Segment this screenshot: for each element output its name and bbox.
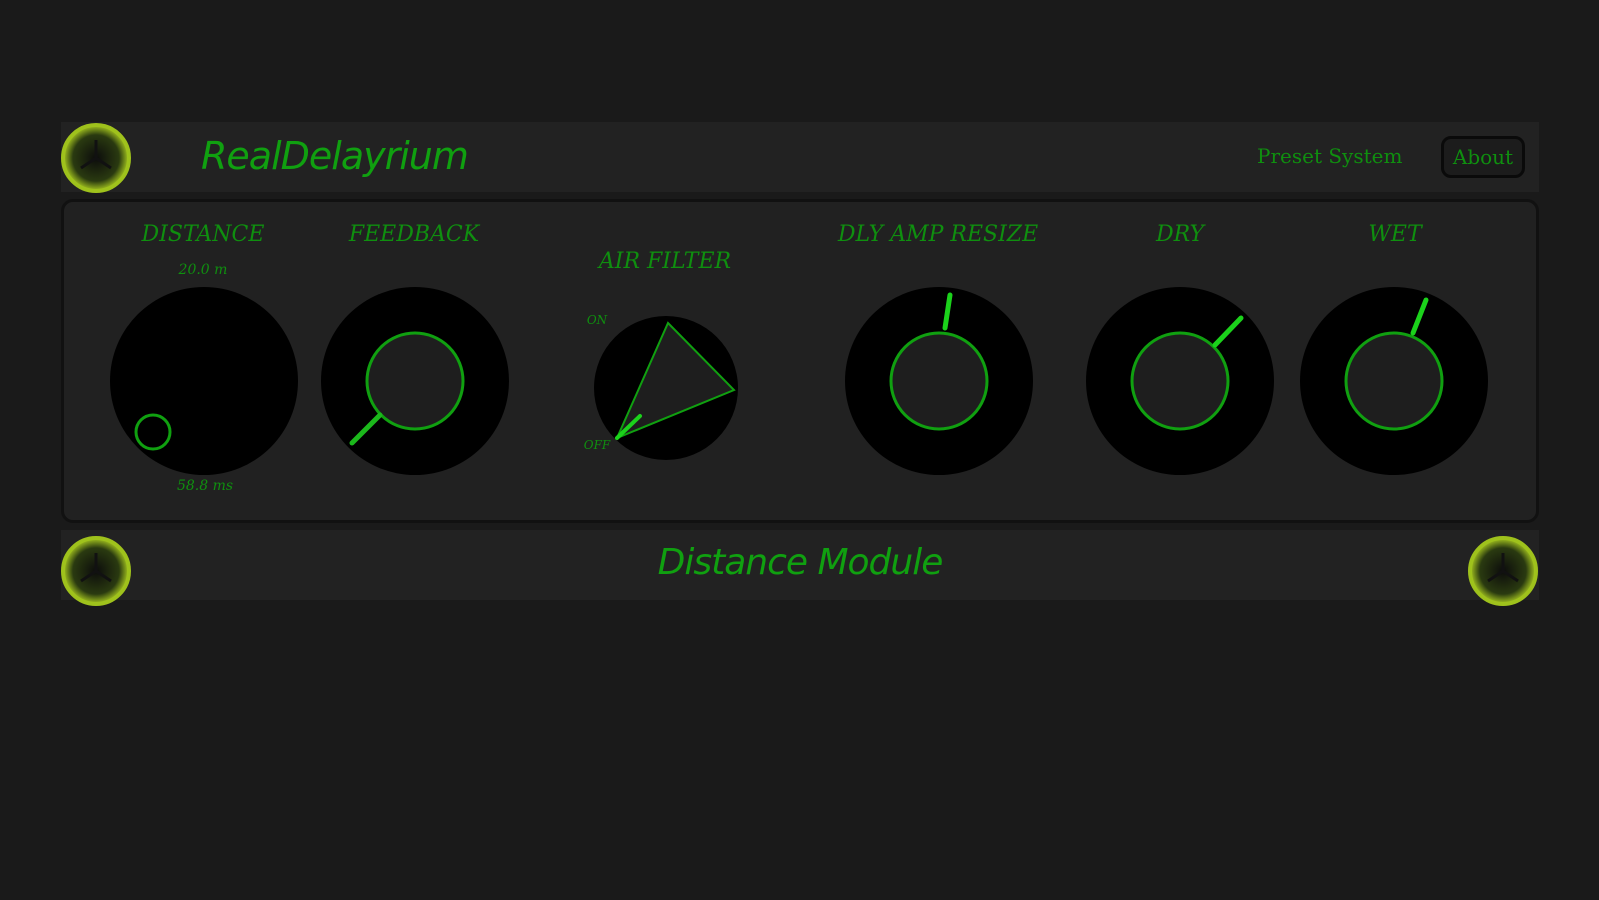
distance-value-label: 58.8 ms [176,478,234,494]
footer-bar: Distance Module [61,530,1539,600]
app-title: RealDelayrium [201,134,469,178]
wet-knob[interactable] [1300,287,1488,475]
air-filter-switch[interactable] [594,316,738,460]
dly-amp-resize-knob[interactable] [845,287,1033,475]
feedback-label: FEEDBACK [348,222,480,247]
about-button[interactable]: About [1441,136,1525,178]
dry-knob[interactable] [1086,287,1274,475]
distance-label: DISTANCE [141,222,265,247]
header-bar: RealDelayrium Preset System About [61,122,1539,192]
dry-label: DRY [1155,222,1205,247]
air-filter-off-label: OFF [583,438,611,452]
distance-knob[interactable] [110,287,298,475]
module-title: Distance Module [657,542,944,583]
air-filter-on-label: ON [586,313,608,327]
wet-label: WET [1368,222,1422,247]
distance-min-label: 20.0 m [178,262,228,278]
dly-amp-resize-label: DLY AMP RESIZE [837,222,1039,247]
feedback-knob[interactable] [321,287,509,475]
preset-system-button[interactable]: Preset System [1257,144,1402,168]
air-filter-label: AIR FILTER [598,249,732,274]
